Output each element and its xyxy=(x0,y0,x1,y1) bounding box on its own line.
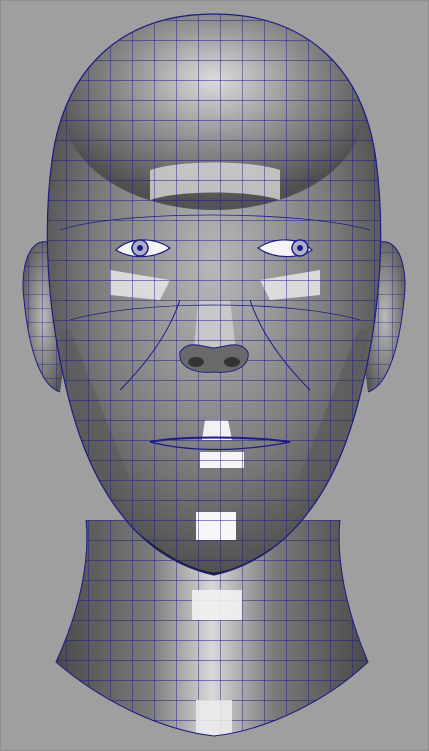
modeling-viewport[interactable] xyxy=(0,0,429,751)
head-mesh-model[interactable] xyxy=(0,0,429,751)
nose xyxy=(179,344,249,373)
head-mesh xyxy=(46,13,382,576)
